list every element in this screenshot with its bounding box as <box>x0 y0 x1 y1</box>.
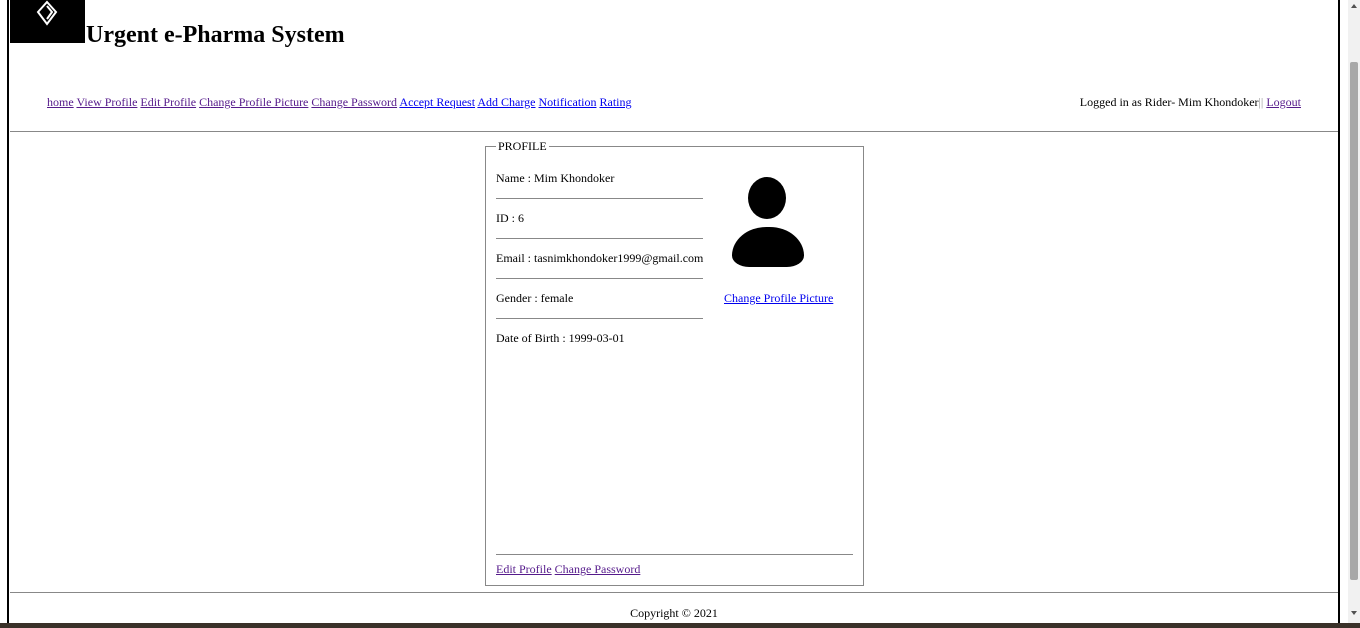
profile-email: Email : tasnimkhondoker1999@gmail.com <box>496 251 704 265</box>
avatar-head <box>748 177 786 219</box>
profile-actions: Edit Profile Change Password <box>496 562 640 576</box>
profile-field-name: Name : Mim Khondoker <box>496 171 703 211</box>
page-border-left <box>7 0 9 625</box>
site-title: Urgent e-Pharma System <box>86 22 345 48</box>
status-separator: || <box>1258 95 1264 109</box>
profile-id: ID : 6 <box>496 211 524 225</box>
scroll-up-arrow-icon[interactable] <box>1351 4 1357 8</box>
profile-name: Name : Mim Khondoker <box>496 171 615 185</box>
logged-in-text: Logged in as Rider- Mim Khondoker <box>1079 95 1259 109</box>
field-divider <box>496 238 703 239</box>
scroll-down-arrow-icon[interactable] <box>1351 611 1357 615</box>
profile-field-gender: Gender : female <box>496 291 703 331</box>
change-password-link[interactable]: Change Password <box>555 562 641 576</box>
vertical-scrollbar[interactable] <box>1348 0 1360 625</box>
nav-notification[interactable]: Notification <box>539 95 597 109</box>
profile-fieldset: PROFILE Name : Mim Khondoker ID : 6 Emai… <box>485 139 864 586</box>
profile-field-dob: Date of Birth : 1999-03-01 <box>496 331 703 371</box>
diamond-logo-icon <box>36 0 58 26</box>
profile-legend: PROFILE <box>496 139 549 153</box>
nav-change-password[interactable]: Change Password <box>311 95 397 109</box>
nav-view-profile[interactable]: View Profile <box>76 95 137 109</box>
profile-gender: Gender : female <box>496 291 574 305</box>
profile-info: Name : Mim Khondoker ID : 6 Email : tasn… <box>496 171 703 371</box>
nav-home[interactable]: home <box>47 95 74 109</box>
nav-add-charge[interactable]: Add Charge <box>477 95 535 109</box>
user-silhouette-icon <box>732 177 804 269</box>
field-divider <box>496 318 703 319</box>
nav-accept-request[interactable]: Accept Request <box>399 95 475 109</box>
copyright-text: Copyright © 2021 <box>630 606 718 620</box>
nav-edit-profile[interactable]: Edit Profile <box>140 95 196 109</box>
change-profile-picture-link[interactable]: Change Profile Picture <box>724 291 833 305</box>
profile-dob: Date of Birth : 1999-03-01 <box>496 331 625 345</box>
header-divider <box>10 131 1338 132</box>
profile-field-id: ID : 6 <box>496 211 703 251</box>
profile-field-email: Email : tasnimkhondoker1999@gmail.com <box>496 251 703 291</box>
user-status: Logged in as Rider- Mim Khondoker|| Logo… <box>1080 95 1301 109</box>
nav-change-profile-picture[interactable]: Change Profile Picture <box>199 95 308 109</box>
actions-divider <box>496 554 853 555</box>
footer-divider <box>10 592 1338 593</box>
field-divider <box>496 198 703 199</box>
taskbar-strip <box>0 623 1360 628</box>
nav-rating[interactable]: Rating <box>599 95 631 109</box>
logout-link[interactable]: Logout <box>1266 95 1301 109</box>
page-border-right <box>1338 0 1340 625</box>
field-divider <box>496 278 703 279</box>
edit-profile-link[interactable]: Edit Profile <box>496 562 552 576</box>
site-logo <box>10 0 85 43</box>
avatar-body <box>732 227 804 267</box>
scroll-thumb[interactable] <box>1350 62 1358 580</box>
main-nav: home View Profile Edit Profile Change Pr… <box>47 95 631 109</box>
